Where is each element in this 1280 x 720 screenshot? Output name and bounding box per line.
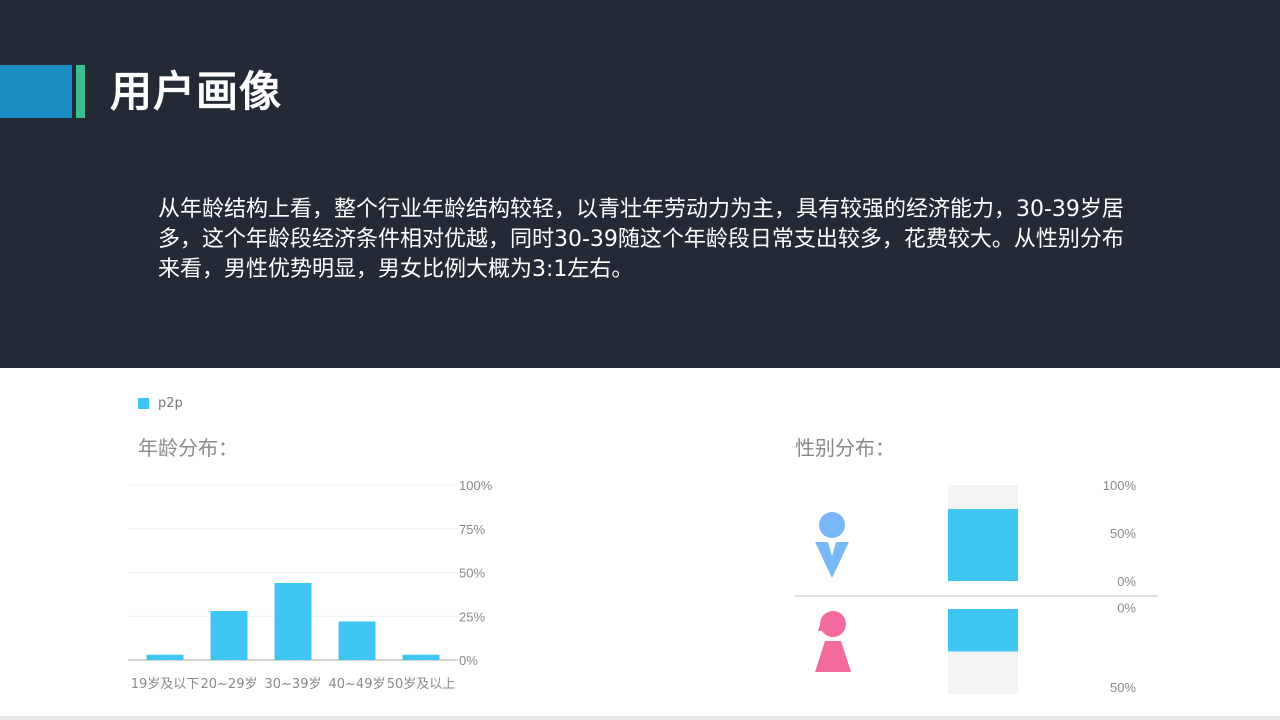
male-bar bbox=[948, 509, 1018, 581]
footer-line bbox=[0, 716, 1280, 720]
male-tick-label: 0% bbox=[1117, 574, 1136, 589]
male-tick-label: 50% bbox=[1110, 526, 1136, 541]
female-tick-label: 0% bbox=[1117, 601, 1136, 616]
female-body-icon bbox=[815, 641, 851, 672]
male-tick-label: 100% bbox=[1103, 478, 1137, 493]
female-bar bbox=[948, 609, 1018, 652]
male-body-icon bbox=[815, 542, 849, 578]
female-tick-label: 50% bbox=[1110, 680, 1136, 695]
male-person-icon bbox=[819, 512, 845, 538]
gender-distribution-chart: 0% 50% 100% 0% 50% bbox=[795, 478, 1158, 695]
